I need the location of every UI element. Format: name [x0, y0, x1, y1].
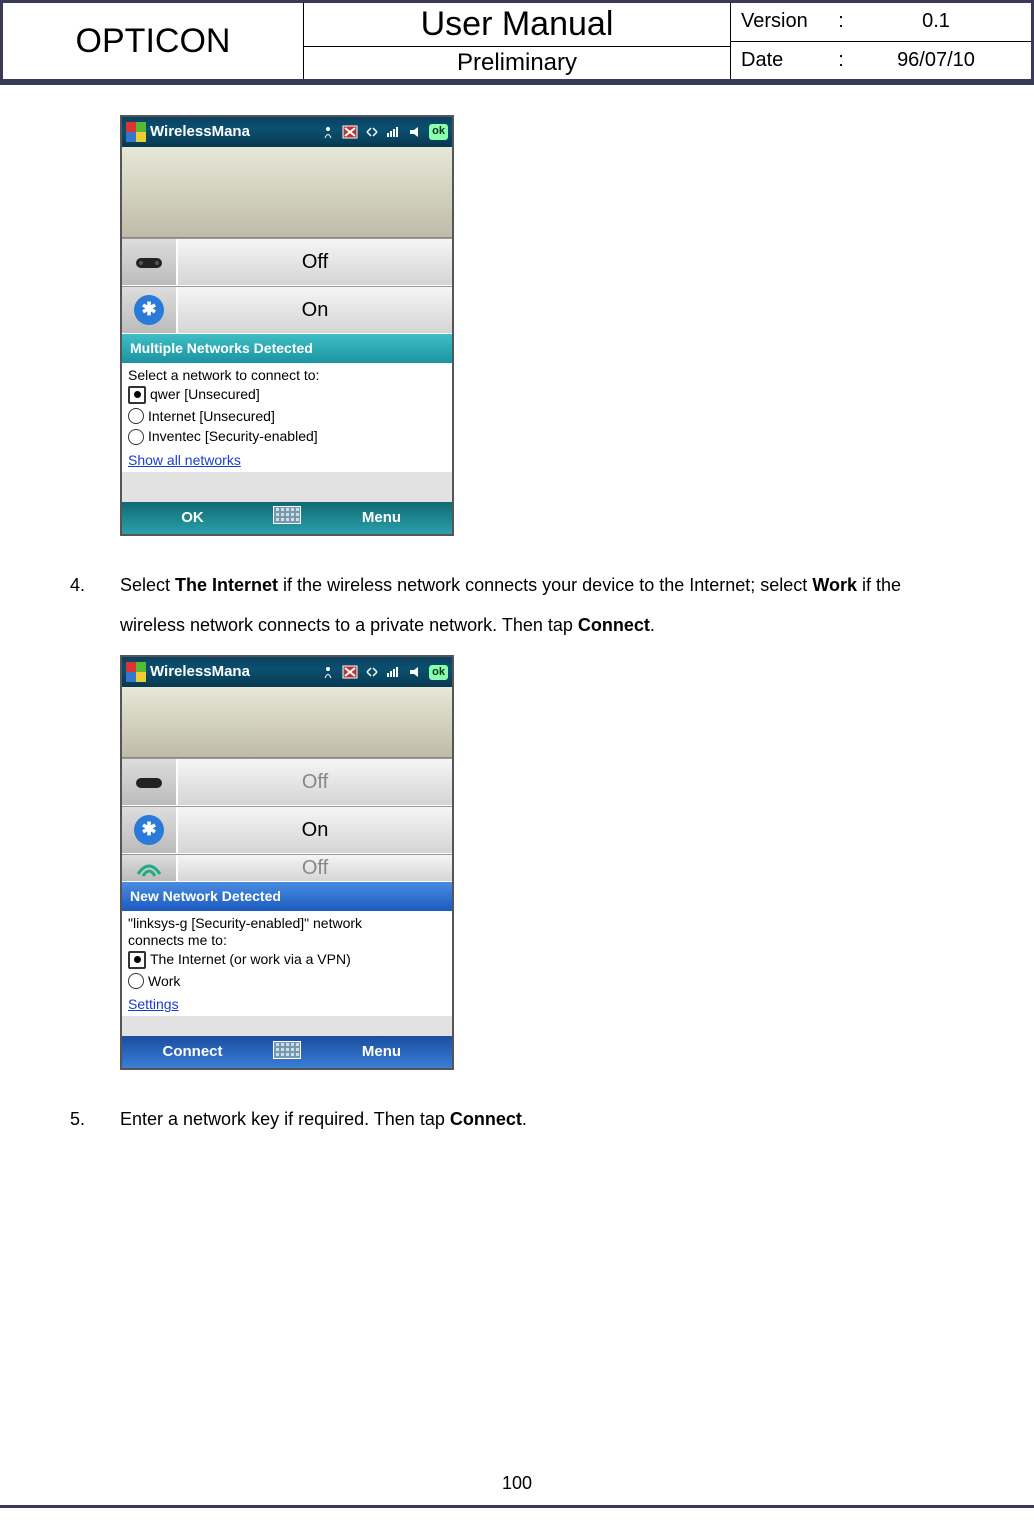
left-softkey[interactable]: OK [122, 509, 263, 527]
status-icon [341, 663, 359, 681]
radio-icon [128, 429, 144, 445]
right-softkey[interactable]: Menu [311, 509, 452, 527]
start-icon[interactable] [126, 662, 146, 682]
status-icon [341, 123, 359, 141]
step-number: 5. [70, 1100, 120, 1140]
keyboard-button[interactable] [263, 1041, 311, 1064]
colon: : [831, 10, 851, 33]
bluetooth-toggle-row[interactable]: ✱ On [122, 806, 452, 854]
screenshot-multiple-networks: WirelessMana ok [120, 115, 454, 536]
date-value: 96/07/10 [851, 49, 1021, 72]
show-all-networks-link[interactable]: Show all networks [122, 449, 452, 472]
bottom-bar: Connect Menu [122, 1036, 452, 1068]
app-title: WirelessMana [150, 123, 250, 141]
bluetooth-toggle-value: On [178, 287, 452, 333]
version-label: Version [741, 10, 831, 33]
signal-icon [385, 123, 403, 141]
bluetooth-toggle-value: On [178, 807, 452, 853]
start-icon[interactable] [126, 122, 146, 142]
status-icon [319, 663, 337, 681]
footer-rule [0, 1505, 1034, 1508]
step-number: 4. [70, 566, 120, 645]
phone-toggle-row[interactable]: Off [122, 238, 452, 286]
dialog-prompt-line2: connects me to: [128, 932, 446, 949]
phone-icon [122, 239, 178, 285]
sync-icon [363, 663, 381, 681]
network-option[interactable]: Inventec [Security-enabled] [128, 426, 446, 447]
dialog-prompt-line1: "linksys-g [Security-enabled]" network [128, 915, 446, 932]
bluetooth-icon: ✱ [122, 287, 178, 333]
wifi-toggle-row[interactable]: Off [122, 854, 452, 882]
page-header: OPTICON User Manual Preliminary Version … [3, 3, 1031, 82]
phone-icon [122, 759, 178, 805]
step-text: Enter a network key if required. Then ta… [120, 1100, 964, 1140]
phone-toggle-row[interactable]: Off [122, 758, 452, 806]
network-option[interactable]: Internet [Unsecured] [128, 406, 446, 427]
page-number: 100 [0, 1473, 1034, 1494]
network-label: Internet [Unsecured] [148, 408, 275, 425]
titlebar: WirelessMana ok [122, 117, 452, 147]
option-label: The Internet (or work via a VPN) [150, 951, 351, 968]
radio-icon [128, 973, 144, 989]
volume-icon [407, 663, 425, 681]
step-text: Select The Internet if the wireless netw… [120, 566, 964, 645]
radio-icon [128, 951, 146, 969]
radio-icon [128, 408, 144, 424]
app-title: WirelessMana [150, 663, 250, 681]
right-softkey[interactable]: Menu [311, 1043, 452, 1061]
ok-button[interactable]: ok [429, 665, 448, 680]
phone-toggle-value: Off [178, 239, 452, 285]
signal-icon [385, 663, 403, 681]
bottom-bar: OK Menu [122, 502, 452, 534]
dialog-title: New Network Detected [122, 882, 452, 911]
wifi-toggle-value: Off [178, 855, 452, 881]
bluetooth-icon: ✱ [122, 807, 178, 853]
brand-cell: OPTICON [3, 3, 304, 79]
doc-title: User Manual [304, 3, 730, 47]
network-label: Inventec [Security-enabled] [148, 428, 318, 445]
titlebar: WirelessMana ok [122, 657, 452, 687]
step-4: 4. Select The Internet if the wireless n… [70, 566, 964, 645]
left-softkey[interactable]: Connect [122, 1043, 263, 1061]
dialog-title: Multiple Networks Detected [122, 334, 452, 363]
keyboard-button[interactable] [263, 506, 311, 529]
bluetooth-toggle-row[interactable]: ✱ On [122, 286, 452, 334]
screenshot-new-network: WirelessMana ok [120, 655, 454, 1070]
network-label: qwer [Unsecured] [150, 386, 260, 403]
keyboard-icon [273, 506, 301, 524]
connection-option[interactable]: The Internet (or work via a VPN) [128, 949, 446, 971]
phone-toggle-value: Off [178, 759, 452, 805]
sync-icon [363, 123, 381, 141]
step-5: 5. Enter a network key if required. Then… [70, 1100, 964, 1140]
version-value: 0.1 [851, 10, 1021, 33]
keyboard-icon [273, 1041, 301, 1059]
dialog-prompt: Select a network to connect to: [128, 367, 446, 384]
colon: : [831, 49, 851, 72]
wifi-icon [122, 855, 178, 881]
settings-link[interactable]: Settings [122, 993, 452, 1016]
option-label: Work [148, 973, 180, 990]
doc-subtitle: Preliminary [304, 47, 730, 79]
radio-icon [128, 386, 146, 404]
network-option[interactable]: qwer [Unsecured] [128, 384, 446, 406]
status-icon [319, 123, 337, 141]
date-label: Date [741, 49, 831, 72]
volume-icon [407, 123, 425, 141]
ok-button[interactable]: ok [429, 124, 448, 139]
connection-option[interactable]: Work [128, 971, 446, 992]
